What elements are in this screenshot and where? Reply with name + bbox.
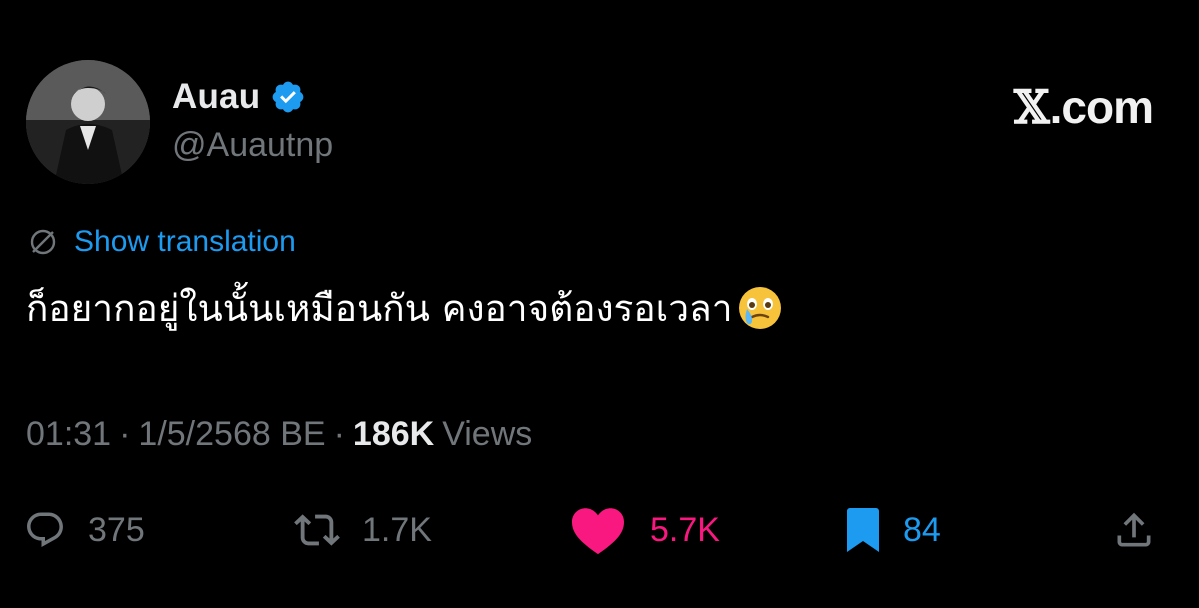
globe-icon	[30, 229, 56, 255]
action-bar: 375 1.7K 5.7K 84	[0, 500, 1199, 560]
reply-icon	[27, 512, 63, 547]
tweet-date[interactable]: 1/5/2568 BE	[138, 415, 325, 454]
brand-text: .com	[1049, 81, 1154, 133]
repost-button[interactable]: 1.7K	[294, 500, 432, 560]
reply-count: 375	[88, 510, 145, 549]
views-label: Views	[442, 414, 533, 453]
share-button[interactable]	[1112, 500, 1156, 560]
x-logo-icon: 𝕏	[1013, 80, 1050, 134]
share-icon	[1117, 512, 1151, 547]
face-holding-back-tears-icon	[738, 287, 781, 329]
brand-logo: 𝕏 .com	[1013, 80, 1154, 134]
repost-count: 1.7K	[362, 510, 432, 549]
avatar[interactable]	[26, 60, 150, 184]
author-display-name-row[interactable]: Auau	[172, 76, 306, 118]
tweet-meta: 01:31 · 1/5/2568 BE · 186K Views	[26, 412, 532, 456]
like-count: 5.7K	[650, 510, 720, 549]
author-display-name[interactable]: Auau	[172, 77, 260, 117]
bookmark-button[interactable]: 84	[845, 500, 941, 560]
tweet-body: ก็อยากอยู่ในนั้นเหมือนกัน คงอาจต้องรอเวล…	[26, 286, 733, 330]
tweet-text: ก็อยากอยู่ในนั้นเหมือนกัน คงอาจต้องรอเวล…	[26, 278, 783, 338]
avatar-photo	[26, 60, 150, 184]
repost-icon	[294, 514, 340, 546]
bookmark-count: 84	[903, 510, 941, 549]
heart-icon	[572, 508, 624, 555]
author-handle[interactable]: @Auautnp	[172, 126, 333, 165]
like-button[interactable]: 5.7K	[568, 500, 720, 560]
tweet-time[interactable]: 01:31	[26, 415, 111, 454]
meta-separator: ·	[333, 414, 345, 453]
translation-row: Show translation	[28, 222, 296, 262]
views-count: 186K	[352, 414, 435, 453]
meta-separator: ·	[119, 414, 131, 453]
bookmark-icon	[847, 508, 879, 552]
verified-badge-icon	[272, 81, 304, 113]
show-translation-link[interactable]: Show translation	[74, 225, 296, 259]
reply-button[interactable]: 375	[24, 500, 145, 560]
